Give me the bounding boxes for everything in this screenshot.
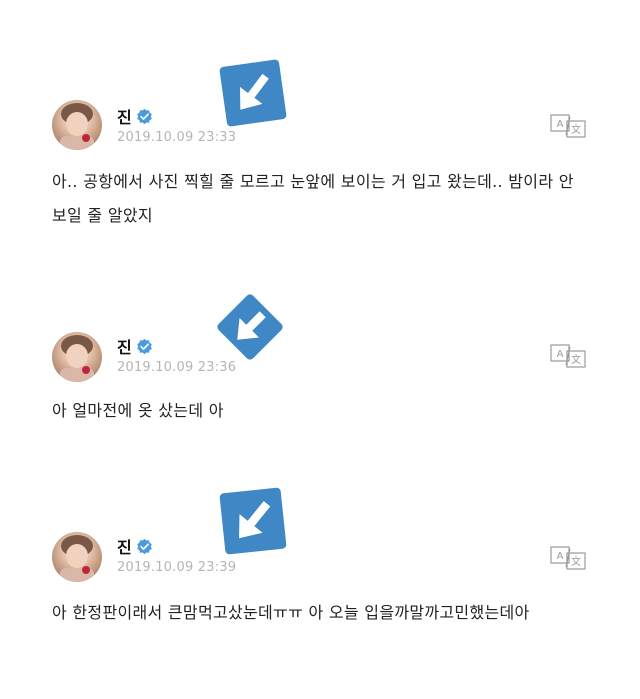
post-text-line: 아 한정판이래서 큰맘먹고샀눈데ㅠㅠ 아 오늘 입을까말까고민했는데아	[52, 603, 530, 622]
author-name[interactable]: 진	[117, 104, 153, 128]
arrow-down-left-icon	[216, 484, 287, 555]
translate-icon[interactable]: A 文	[550, 546, 586, 570]
translate-icon[interactable]: A 文	[550, 344, 586, 368]
post-timestamp: 2019.10.09 23:39	[117, 560, 237, 575]
author-label: 진	[117, 338, 132, 357]
arrow-down-left-icon	[213, 290, 283, 360]
post-text: 아 얼마전에 옷 샀는데 아	[52, 394, 592, 428]
post-text: 아 한정판이래서 큰맘먹고샀눈데ㅠㅠ 아 오늘 입을까말까고민했는데아	[52, 596, 592, 630]
post-timestamp: 2019.10.09 23:33	[117, 130, 237, 145]
arrow-down-left-icon	[218, 58, 288, 128]
verified-badge-icon	[136, 108, 152, 124]
author-name[interactable]: 진	[117, 334, 153, 358]
post-text: 아.. 공항에서 사진 찍힐 줄 모르고 눈앞에 보이는 거 입고 왔는데.. …	[52, 165, 592, 233]
avatar[interactable]	[52, 100, 102, 150]
svg-text:文: 文	[571, 353, 581, 366]
svg-text:A: A	[557, 119, 564, 130]
author-label: 진	[117, 538, 132, 557]
svg-text:文: 文	[571, 555, 581, 568]
avatar[interactable]	[52, 332, 102, 382]
author-label: 진	[117, 108, 132, 127]
feed-screenshot: 진 2019.10.09 23:33 A 文 아.. 공항에서 사진 찍힐 줄 …	[0, 0, 640, 699]
verified-badge-icon	[136, 338, 152, 354]
avatar[interactable]	[52, 532, 102, 582]
post-text-line: 아.. 공항에서 사진 찍힐 줄 모르고 눈앞에 보이는 거 입고 왔는데.. …	[52, 172, 574, 191]
post-timestamp: 2019.10.09 23:36	[117, 360, 237, 375]
svg-text:文: 文	[571, 123, 581, 136]
post-text-line: 아 얼마전에 옷 샀는데 아	[52, 401, 224, 420]
translate-icon[interactable]: A 文	[550, 114, 586, 138]
author-name[interactable]: 진	[117, 534, 153, 558]
post-text-line: 보일 줄 알았지	[52, 206, 153, 225]
verified-badge-icon	[136, 538, 152, 554]
svg-text:A: A	[557, 551, 564, 562]
svg-text:A: A	[557, 349, 564, 360]
